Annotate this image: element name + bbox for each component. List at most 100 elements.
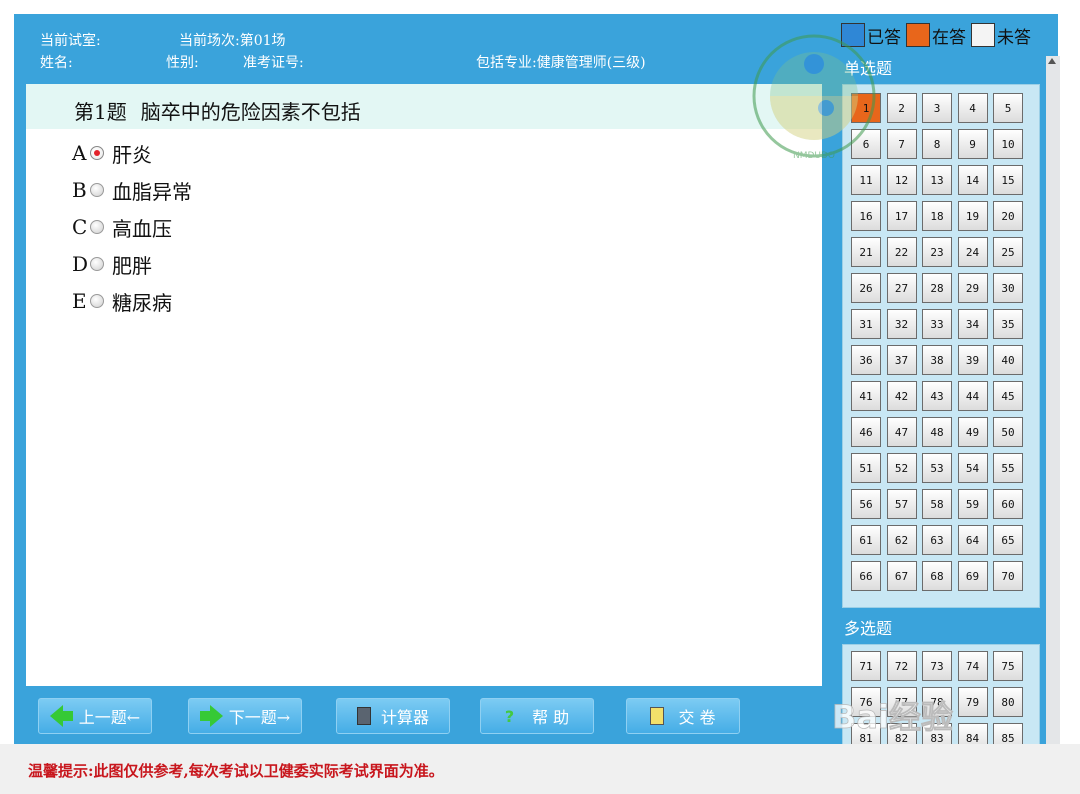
question-number-cell[interactable]: 36 [851, 345, 881, 375]
question-number-cell[interactable]: 65 [993, 525, 1023, 555]
question-number-cell[interactable]: 38 [922, 345, 952, 375]
question-number-cell[interactable]: 57 [886, 489, 917, 519]
question-number-cell[interactable]: 6 [851, 129, 881, 159]
question-number-cell[interactable]: 83 [922, 723, 952, 744]
navigator-scrollbar[interactable] [1046, 56, 1060, 744]
question-number-cell[interactable]: 70 [993, 561, 1023, 591]
question-number-cell[interactable]: 7 [886, 129, 917, 159]
option-e[interactable]: E 糖尿病 [72, 288, 172, 315]
question-number-cell[interactable]: 56 [851, 489, 881, 519]
question-number-cell[interactable]: 27 [886, 273, 917, 303]
question-number-cell[interactable]: 25 [993, 237, 1023, 267]
radio-icon[interactable] [90, 220, 104, 234]
question-number-cell[interactable]: 84 [957, 723, 988, 744]
question-number-cell[interactable]: 63 [922, 525, 952, 555]
question-number-cell[interactable]: 34 [957, 309, 988, 339]
question-number-cell[interactable]: 14 [957, 165, 988, 195]
question-number-cell[interactable]: 64 [957, 525, 988, 555]
question-number-cell[interactable]: 75 [993, 651, 1023, 681]
question-number-cell[interactable]: 68 [922, 561, 952, 591]
question-number-cell[interactable]: 1 [851, 93, 881, 123]
question-number-cell[interactable]: 40 [993, 345, 1023, 375]
option-b[interactable]: B 血脂异常 [72, 177, 192, 204]
question-number-cell[interactable]: 44 [957, 381, 988, 411]
radio-icon[interactable] [90, 183, 104, 197]
question-number-cell[interactable]: 33 [922, 309, 952, 339]
question-number-cell[interactable]: 81 [851, 723, 881, 744]
submit-exam-button[interactable]: 交 卷 [626, 698, 740, 734]
question-number-cell[interactable]: 76 [851, 687, 881, 717]
question-number-cell[interactable]: 8 [922, 129, 952, 159]
question-number-cell[interactable]: 39 [957, 345, 988, 375]
question-number-cell[interactable]: 79 [957, 687, 988, 717]
question-number-cell[interactable]: 43 [922, 381, 952, 411]
question-number-cell[interactable]: 19 [957, 201, 988, 231]
radio-icon[interactable] [90, 257, 104, 271]
question-number-cell[interactable]: 50 [993, 417, 1023, 447]
question-number-cell[interactable]: 17 [886, 201, 917, 231]
question-number-cell[interactable]: 67 [886, 561, 917, 591]
option-a[interactable]: A 肝炎 [72, 140, 152, 167]
question-number-cell[interactable]: 11 [851, 165, 881, 195]
option-c[interactable]: C 高血压 [72, 214, 172, 241]
question-number-cell[interactable]: 72 [886, 651, 917, 681]
question-number-cell[interactable]: 82 [886, 723, 917, 744]
question-number-cell[interactable]: 29 [957, 273, 988, 303]
question-number-cell[interactable]: 30 [993, 273, 1023, 303]
question-number-cell[interactable]: 3 [922, 93, 952, 123]
question-number-cell[interactable]: 22 [886, 237, 917, 267]
question-number-cell[interactable]: 48 [922, 417, 952, 447]
question-number-cell[interactable]: 10 [993, 129, 1023, 159]
question-number-cell[interactable]: 41 [851, 381, 881, 411]
question-number-cell[interactable]: 71 [851, 651, 881, 681]
option-d[interactable]: D 肥胖 [72, 251, 152, 278]
question-number-cell[interactable]: 31 [851, 309, 881, 339]
question-number-cell[interactable]: 26 [851, 273, 881, 303]
question-number-cell[interactable]: 23 [922, 237, 952, 267]
question-number-cell[interactable]: 73 [922, 651, 952, 681]
question-number-cell[interactable]: 2 [886, 93, 917, 123]
question-number-cell[interactable]: 85 [993, 723, 1023, 744]
question-number-cell[interactable]: 5 [993, 93, 1023, 123]
question-number-cell[interactable]: 24 [957, 237, 988, 267]
question-number-cell[interactable]: 46 [851, 417, 881, 447]
question-number-cell[interactable]: 35 [993, 309, 1023, 339]
question-number-cell[interactable]: 15 [993, 165, 1023, 195]
question-number-cell[interactable]: 59 [957, 489, 988, 519]
question-number-cell[interactable]: 54 [957, 453, 988, 483]
question-number-cell[interactable]: 53 [922, 453, 952, 483]
question-number-cell[interactable]: 16 [851, 201, 881, 231]
question-number-cell[interactable]: 62 [886, 525, 917, 555]
question-number-cell[interactable]: 21 [851, 237, 881, 267]
question-number-cell[interactable]: 60 [993, 489, 1023, 519]
question-number-cell[interactable]: 18 [922, 201, 952, 231]
question-number-cell[interactable]: 77 [886, 687, 917, 717]
question-number-cell[interactable]: 80 [993, 687, 1023, 717]
question-number-cell[interactable]: 42 [886, 381, 917, 411]
question-number-cell[interactable]: 61 [851, 525, 881, 555]
scroll-up-arrow-icon[interactable] [1048, 58, 1056, 64]
question-number-cell[interactable]: 69 [957, 561, 988, 591]
question-number-cell[interactable]: 47 [886, 417, 917, 447]
question-number-cell[interactable]: 58 [922, 489, 952, 519]
help-button[interactable]: ? 帮 助 [480, 698, 594, 734]
question-number-cell[interactable]: 49 [957, 417, 988, 447]
question-number-cell[interactable]: 45 [993, 381, 1023, 411]
question-number-cell[interactable]: 51 [851, 453, 881, 483]
prev-question-button[interactable]: 上一题← [38, 698, 152, 734]
question-number-cell[interactable]: 37 [886, 345, 917, 375]
question-number-cell[interactable]: 55 [993, 453, 1023, 483]
question-number-cell[interactable]: 74 [957, 651, 988, 681]
question-number-cell[interactable]: 4 [957, 93, 988, 123]
next-question-button[interactable]: 下一题→ [188, 698, 302, 734]
question-number-cell[interactable]: 52 [886, 453, 917, 483]
question-number-cell[interactable]: 9 [957, 129, 988, 159]
question-number-cell[interactable]: 12 [886, 165, 917, 195]
radio-icon[interactable] [90, 294, 104, 308]
question-number-cell[interactable]: 28 [922, 273, 952, 303]
question-number-cell[interactable]: 20 [993, 201, 1023, 231]
radio-selected-icon[interactable] [90, 146, 104, 160]
calculator-button[interactable]: 计算器 [336, 698, 450, 734]
question-number-cell[interactable]: 78 [922, 687, 952, 717]
question-number-cell[interactable]: 66 [851, 561, 881, 591]
